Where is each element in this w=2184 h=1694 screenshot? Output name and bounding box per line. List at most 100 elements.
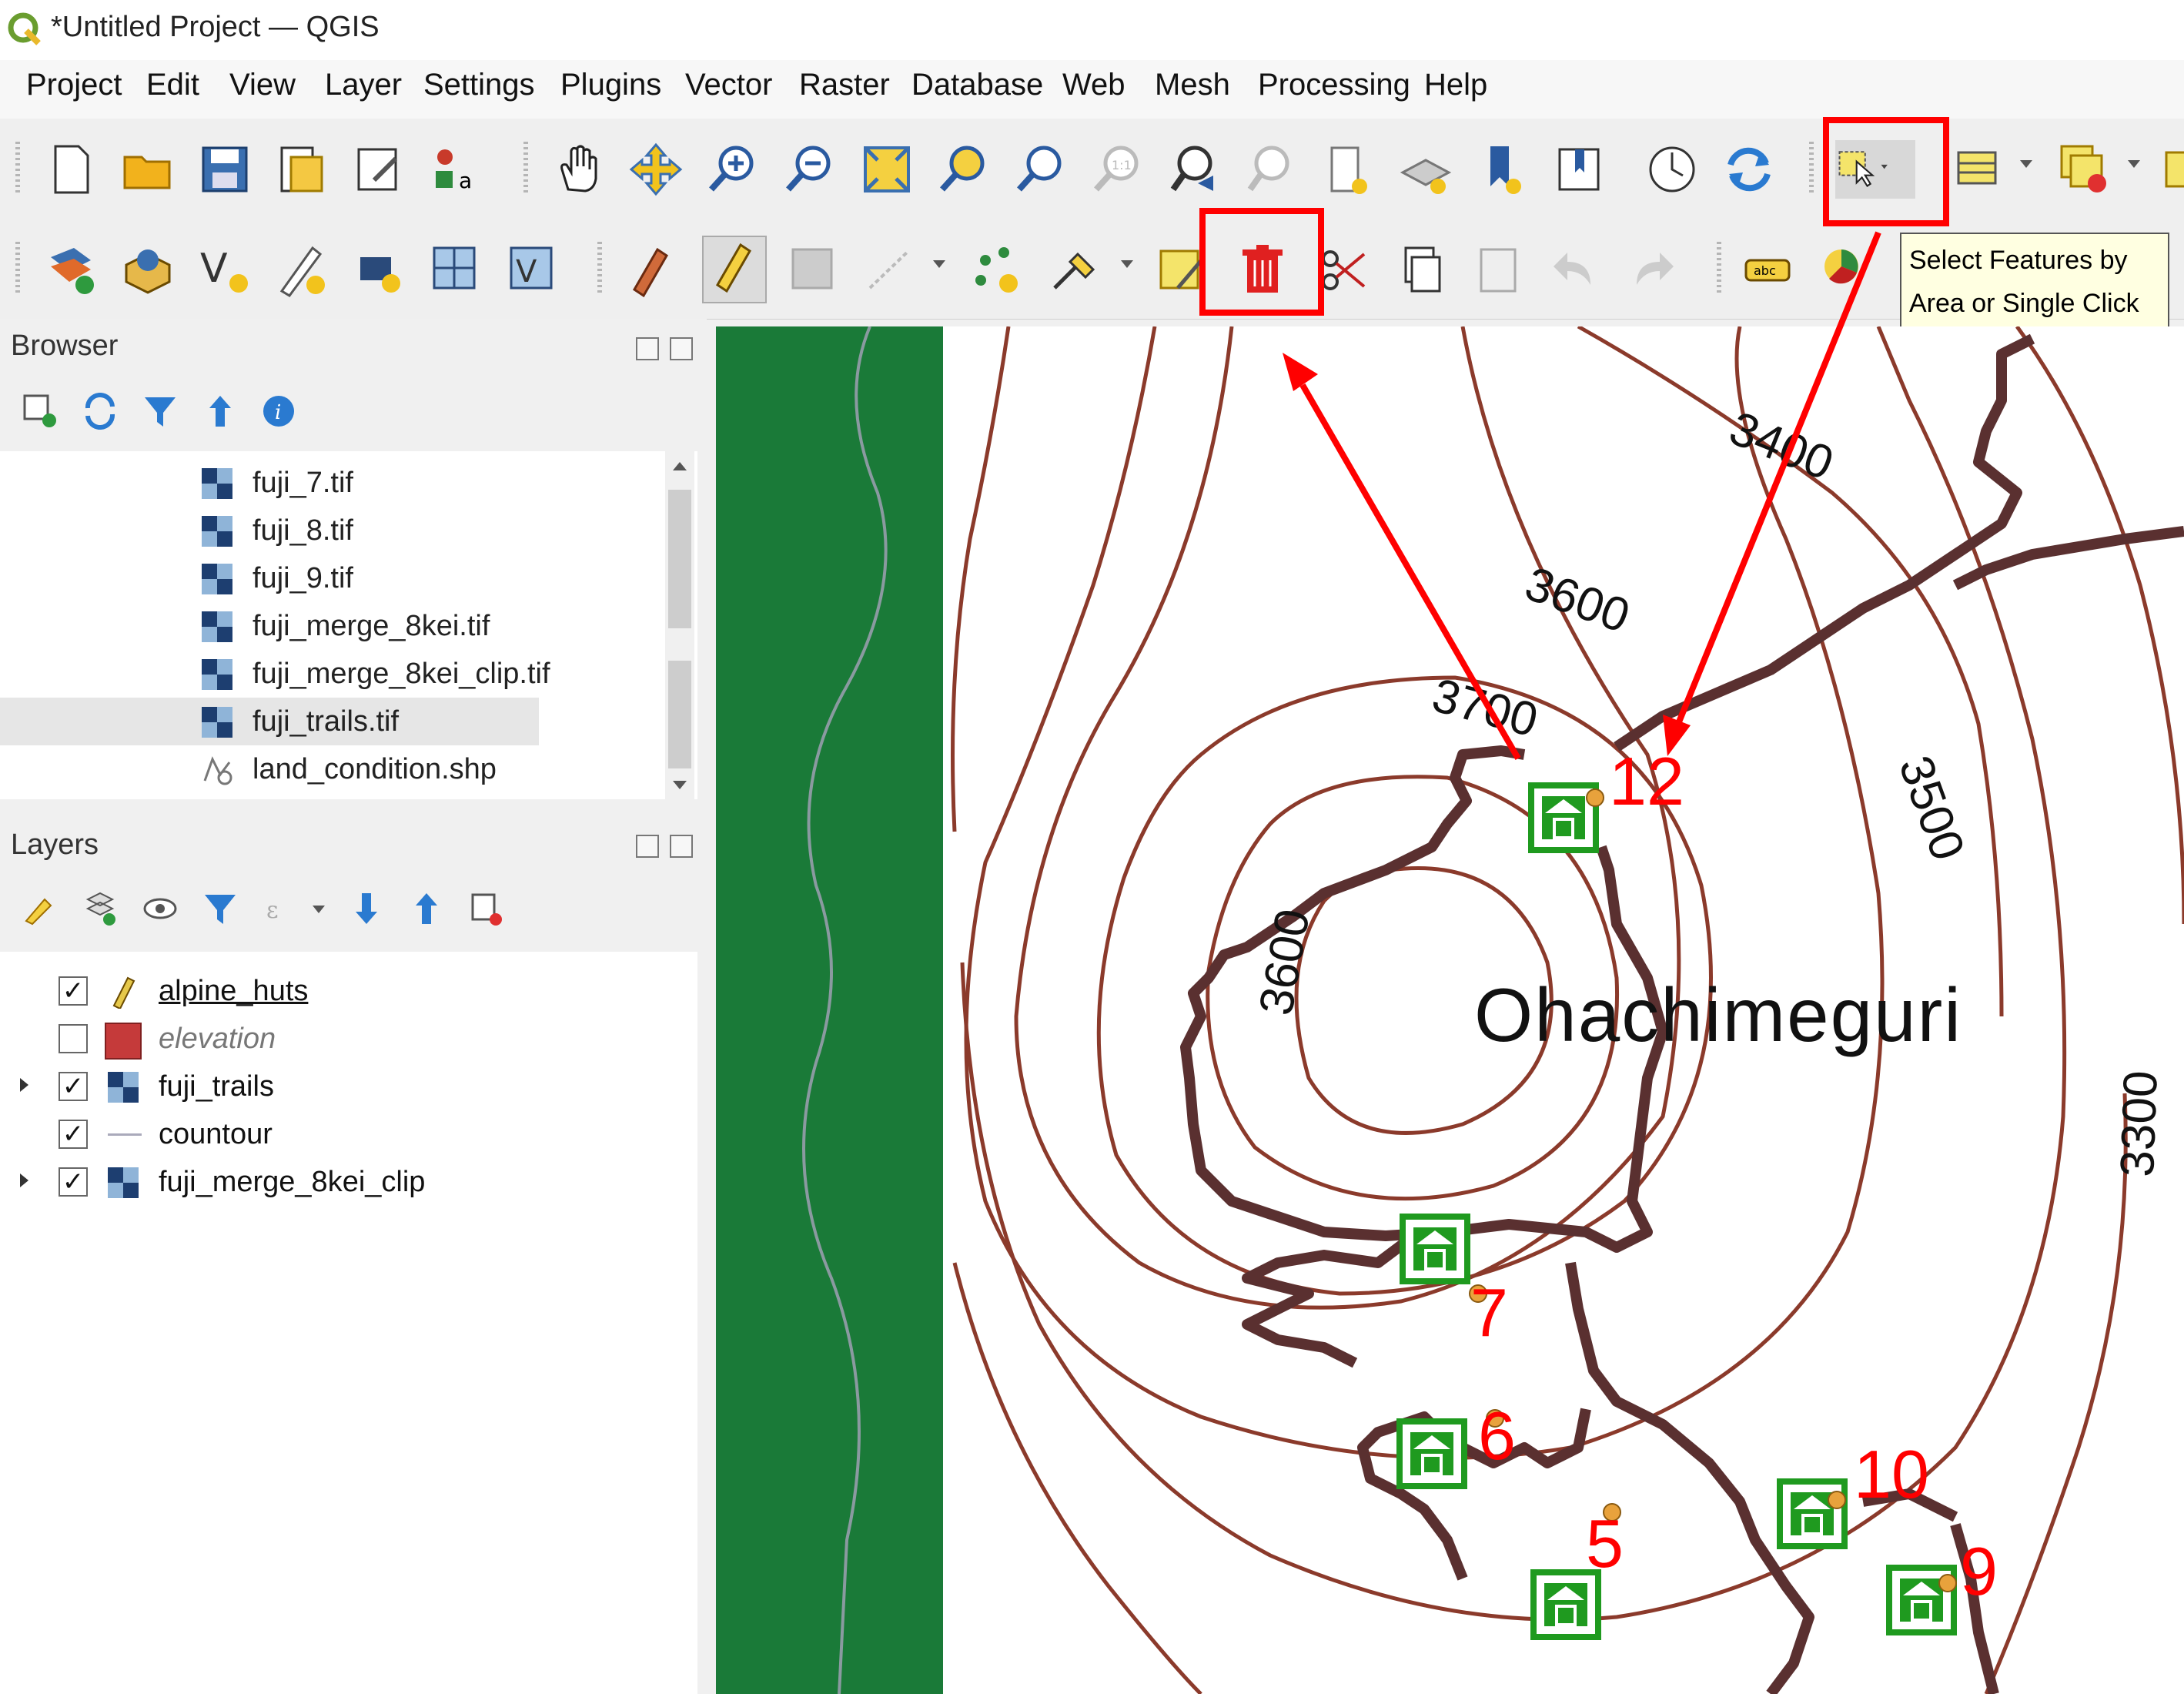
zoom-full-icon[interactable] xyxy=(859,142,915,197)
add-virtual-layer-icon[interactable]: V xyxy=(197,242,253,297)
scroll-up-icon[interactable] xyxy=(673,462,687,470)
menu-layer[interactable]: Layer xyxy=(325,68,402,102)
diagram-options-icon[interactable] xyxy=(1817,242,1872,297)
hut-point[interactable] xyxy=(1828,1491,1846,1509)
chevron-down-icon[interactable] xyxy=(1121,260,1133,268)
filter-icon[interactable] xyxy=(142,393,179,430)
current-edits-icon[interactable] xyxy=(624,242,679,298)
list-item[interactable]: fuji_merge_8kei_clip.tif xyxy=(0,650,550,698)
menu-database[interactable]: Database xyxy=(911,68,1043,102)
show-bookmarks-icon[interactable] xyxy=(1552,142,1607,197)
layer-checkbox[interactable]: ✓ xyxy=(59,1167,88,1197)
layer-checkbox[interactable]: ✓ xyxy=(59,1072,88,1101)
deselect-all-icon[interactable] xyxy=(2057,142,2112,197)
scroll-thumb[interactable] xyxy=(668,490,691,628)
refresh-icon[interactable] xyxy=(82,393,119,430)
layer-checkbox[interactable]: ✓ xyxy=(59,976,88,1006)
toolbar-grip[interactable] xyxy=(15,142,20,196)
zoom-to-selection-icon[interactable] xyxy=(936,142,992,197)
new-3d-map-view-icon[interactable] xyxy=(1398,142,1453,197)
menu-mesh[interactable]: Mesh xyxy=(1155,68,1230,102)
toggle-editing-icon[interactable] xyxy=(702,236,767,303)
list-item-selected[interactable]: fuji_trails.tif xyxy=(0,698,539,745)
undock-icon[interactable] xyxy=(636,835,659,858)
add-selected-layers-icon[interactable] xyxy=(22,393,59,430)
filter-legend-icon[interactable] xyxy=(202,890,239,927)
layer-checkbox[interactable]: ✓ xyxy=(59,1120,88,1149)
hut-marker[interactable] xyxy=(1777,1478,1848,1549)
menu-help[interactable]: Help xyxy=(1424,68,1487,102)
menu-vector[interactable]: Vector xyxy=(685,68,772,102)
layer-row-alpine-huts[interactable]: ✓ alpine_huts xyxy=(0,967,693,1015)
scroll-track[interactable] xyxy=(668,661,691,768)
map-canvas[interactable]: 3400 3600 3700 3500 3600 3300 Ohachimegu… xyxy=(716,326,2184,1694)
style-manager-icon[interactable]: a xyxy=(428,142,483,197)
chevron-down-icon[interactable] xyxy=(933,260,945,268)
pan-hand-icon[interactable] xyxy=(551,142,607,197)
toolbar-grip[interactable] xyxy=(1717,242,1721,296)
save-project-icon[interactable] xyxy=(197,142,253,197)
pan-to-selection-icon[interactable] xyxy=(628,142,684,197)
close-icon[interactable] xyxy=(670,337,693,360)
zoom-out-icon[interactable] xyxy=(782,142,838,197)
new-map-view-icon[interactable] xyxy=(1321,142,1376,197)
collapse-all-icon[interactable] xyxy=(202,393,239,430)
new-grid-layer-icon[interactable] xyxy=(428,242,483,297)
undock-icon[interactable] xyxy=(636,337,659,360)
chevron-down-icon[interactable] xyxy=(2020,160,2032,168)
new-mesh-layer-icon[interactable] xyxy=(351,242,406,297)
layer-checkbox[interactable] xyxy=(59,1024,88,1053)
attribute-table-icon[interactable] xyxy=(2160,142,2184,197)
expand-arrow-icon[interactable] xyxy=(20,1173,28,1187)
add-group-icon[interactable] xyxy=(82,890,119,927)
info-icon[interactable]: i xyxy=(260,393,297,430)
new-print-layout-icon[interactable] xyxy=(274,142,329,197)
data-source-manager-icon[interactable] xyxy=(43,242,99,297)
cut-features-icon[interactable] xyxy=(1316,242,1372,297)
list-item[interactable]: land_condition.shp xyxy=(0,745,539,793)
visibility-eye-icon[interactable] xyxy=(142,890,179,927)
menu-web[interactable]: Web xyxy=(1062,68,1125,102)
select-by-value-icon[interactable] xyxy=(1952,142,2008,197)
toolbar-grip[interactable] xyxy=(1809,142,1814,196)
scroll-down-icon[interactable] xyxy=(673,781,687,789)
list-item[interactable]: fuji_8.tif xyxy=(0,507,539,554)
modify-attributes-icon[interactable] xyxy=(1047,242,1102,297)
add-vector-layer-icon[interactable] xyxy=(120,242,176,297)
new-gpx-layer-icon[interactable] xyxy=(274,242,329,297)
scrollbar[interactable] xyxy=(665,451,694,799)
menu-raster[interactable]: Raster xyxy=(799,68,890,102)
list-item[interactable]: fuji_9.tif xyxy=(0,554,539,602)
layout-manager-icon[interactable] xyxy=(351,142,406,197)
collapse-all-icon[interactable] xyxy=(408,890,445,927)
toolbar-grip[interactable] xyxy=(597,242,602,296)
zoom-to-layer-icon[interactable] xyxy=(1013,142,1069,197)
hut-point[interactable] xyxy=(1938,1574,1957,1592)
expand-arrow-icon[interactable] xyxy=(20,1078,28,1092)
remove-layer-icon[interactable] xyxy=(468,890,505,927)
refresh-icon[interactable] xyxy=(1721,142,1777,197)
zoom-in-icon[interactable] xyxy=(705,142,761,197)
open-project-icon[interactable] xyxy=(120,142,176,197)
label-toolbar-icon[interactable]: abc xyxy=(1740,242,1795,297)
hut-point[interactable] xyxy=(1586,788,1604,807)
new-virtual-raster-icon[interactable]: V xyxy=(505,242,560,297)
layer-row-fuji-trails[interactable]: ✓ fuji_trails xyxy=(0,1063,693,1110)
menu-edit[interactable]: Edit xyxy=(146,68,199,102)
list-item[interactable]: fuji_merge_8kei.tif xyxy=(0,602,539,650)
close-icon[interactable] xyxy=(670,835,693,858)
layer-row-countour[interactable]: ✓ countour xyxy=(0,1110,693,1158)
expand-all-icon[interactable] xyxy=(348,890,385,927)
layer-row-elevation[interactable]: elevation xyxy=(0,1015,693,1063)
menu-plugins[interactable]: Plugins xyxy=(560,68,661,102)
hut-marker[interactable] xyxy=(1400,1214,1470,1284)
chevron-down-icon[interactable] xyxy=(313,906,325,913)
copy-features-icon[interactable] xyxy=(1393,242,1449,297)
temporal-controller-icon[interactable] xyxy=(1644,142,1700,197)
toolbar-grip[interactable] xyxy=(15,242,20,296)
menu-view[interactable]: View xyxy=(229,68,296,102)
new-project-icon[interactable] xyxy=(43,142,99,197)
hut-marker[interactable] xyxy=(1396,1418,1467,1489)
vertex-tool-icon[interactable] xyxy=(970,242,1025,297)
chevron-down-icon[interactable] xyxy=(2128,160,2140,168)
